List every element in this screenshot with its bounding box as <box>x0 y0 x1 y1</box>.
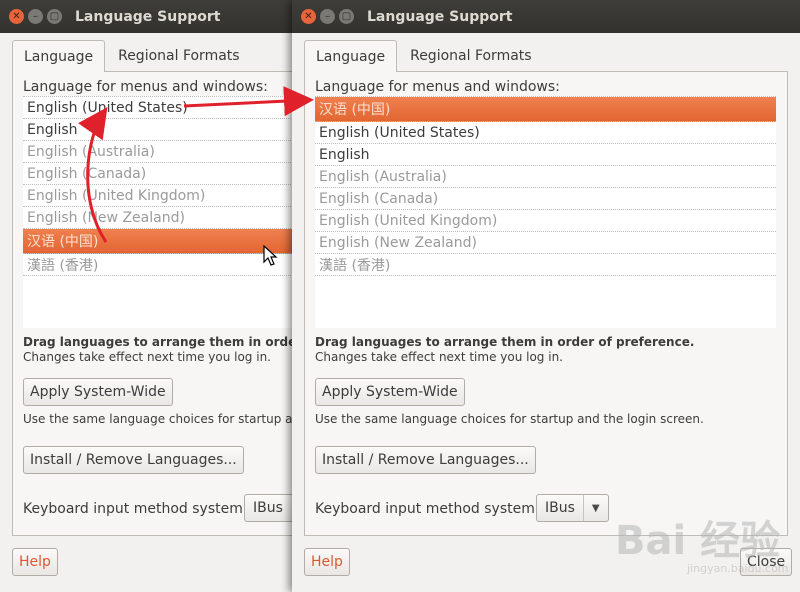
list-item[interactable]: English <box>315 144 776 166</box>
title-bar: ✕ – ▢ Language Support <box>0 0 292 33</box>
install-remove-languages-button[interactable]: Install / Remove Languages... <box>315 446 536 474</box>
list-item[interactable]: English <box>23 119 292 141</box>
changes-hint: Changes take effect next time you log in… <box>315 350 563 364</box>
keyboard-input-label: Keyboard input method system: <box>23 501 248 517</box>
apply-system-wide-button[interactable]: Apply System-Wide <box>315 378 465 406</box>
drag-hint: Drag languages to arrange them in order … <box>315 335 695 349</box>
chevron-down-icon: ▼ <box>591 502 600 514</box>
window-title: Language Support <box>75 8 221 25</box>
watermark-url: jingyan.baidu.com <box>687 562 789 575</box>
list-item[interactable]: 漢語 (香港) <box>315 254 776 276</box>
keyboard-input-select[interactable]: IBus ▼ <box>536 494 609 522</box>
maximize-window-icon[interactable]: ▢ <box>47 9 62 24</box>
list-item-selected[interactable]: 汉语 (中国) <box>315 97 776 122</box>
apply-system-wide-button[interactable]: Apply System-Wide <box>23 378 173 406</box>
help-button[interactable]: Help <box>304 548 350 576</box>
list-item[interactable]: English (Australia) <box>23 141 292 163</box>
keyboard-input-value: IBus <box>253 500 283 516</box>
keyboard-input-value: IBus <box>545 500 575 516</box>
list-item[interactable]: English (United States) <box>23 97 292 119</box>
language-label: Language for menus and windows: <box>23 79 268 95</box>
select-divider <box>582 495 584 521</box>
install-remove-languages-button[interactable]: Install / Remove Languages... <box>23 446 244 474</box>
list-item[interactable]: English (Canada) <box>315 188 776 210</box>
list-item[interactable]: English (Australia) <box>315 166 776 188</box>
list-item[interactable]: English (United Kingdom) <box>23 185 292 207</box>
tab-language[interactable]: Language <box>304 40 398 72</box>
list-item-selected[interactable]: 汉语 (中国) <box>23 229 292 254</box>
close-window-icon[interactable]: ✕ <box>9 9 24 24</box>
list-item[interactable]: 漢語 (香港) <box>23 254 292 276</box>
language-list[interactable]: 汉语 (中国) English (United States) English … <box>315 96 776 328</box>
title-bar: ✕ – ▢ Language Support <box>292 0 800 33</box>
minimize-window-icon[interactable]: – <box>320 9 335 24</box>
help-button[interactable]: Help <box>12 548 58 576</box>
tab-bar: Language Regional Formats <box>12 40 253 72</box>
mouse-pointer-icon <box>263 245 278 266</box>
same-choices-hint: Use the same language choices for startu… <box>23 412 292 426</box>
changes-hint: Changes take effect next time you log in… <box>23 350 271 364</box>
list-item[interactable]: English (United Kingdom) <box>315 210 776 232</box>
window-title: Language Support <box>367 8 513 25</box>
watermark-brand: Bai 经验 <box>615 518 781 564</box>
tab-regional-formats[interactable]: Regional Formats <box>107 40 250 72</box>
maximize-window-icon[interactable]: ▢ <box>339 9 354 24</box>
drag-hint: Drag languages to arrange them in order … <box>23 335 292 349</box>
tab-bar: Language Regional Formats <box>304 40 545 72</box>
same-choices-hint: Use the same language choices for startu… <box>315 412 704 426</box>
list-item[interactable]: English (New Zealand) <box>23 207 292 229</box>
list-item[interactable]: English (New Zealand) <box>315 232 776 254</box>
front-window: ✕ – ▢ Language Support Language Regional… <box>292 0 800 592</box>
tab-regional-formats[interactable]: Regional Formats <box>399 40 542 72</box>
list-item[interactable]: English (United States) <box>315 122 776 144</box>
language-label: Language for menus and windows: <box>315 79 560 95</box>
close-window-icon[interactable]: ✕ <box>301 9 316 24</box>
back-window: ✕ – ▢ Language Support Language Regional… <box>0 0 292 592</box>
minimize-window-icon[interactable]: – <box>28 9 43 24</box>
keyboard-input-select[interactable]: IBus <box>244 494 292 522</box>
list-item[interactable]: English (Canada) <box>23 163 292 185</box>
tab-language[interactable]: Language <box>12 40 106 72</box>
watermark-logo: Bai 经验 jingyan.baidu.com <box>615 508 789 575</box>
keyboard-input-label: Keyboard input method system: <box>315 501 540 517</box>
language-list[interactable]: English (United States) English English … <box>23 96 292 328</box>
